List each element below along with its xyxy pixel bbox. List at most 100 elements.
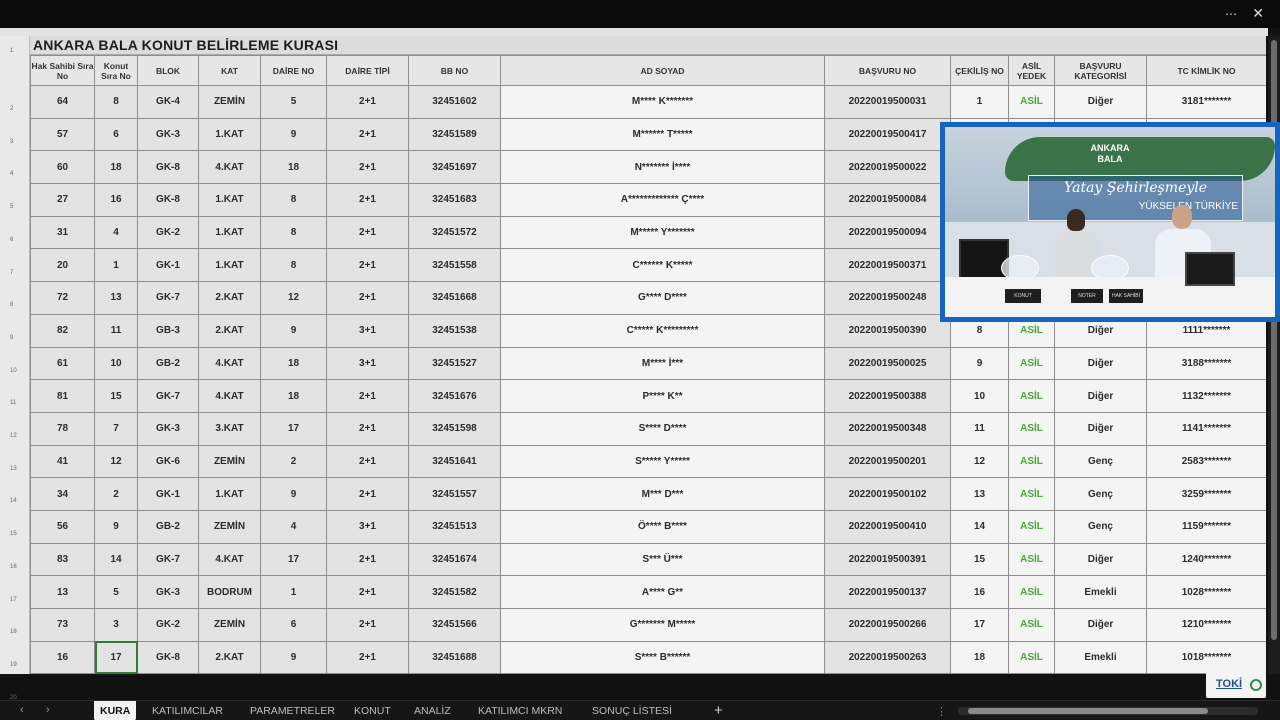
table-cell[interactable]: 2+1 [326, 183, 409, 217]
row-number[interactable]: 11 [0, 400, 30, 406]
table-cell[interactable]: 56 [30, 509, 95, 544]
sheet-tab[interactable]: PARAMETRELER [250, 705, 335, 717]
table-cell[interactable]: 32451513 [408, 509, 501, 544]
close-icon[interactable]: ✕ [1252, 5, 1264, 22]
table-cell[interactable]: GK-3 [137, 411, 199, 446]
table-cell[interactable]: 6 [260, 608, 327, 642]
row-number[interactable]: 15 [0, 531, 30, 537]
table-cell[interactable]: 32451527 [408, 346, 501, 381]
table-cell[interactable]: GK-8 [137, 150, 199, 185]
table-cell[interactable]: 20220019500137 [824, 575, 951, 609]
table-cell[interactable]: 1028******* [1146, 575, 1266, 609]
table-cell[interactable]: ASİL [1008, 542, 1055, 577]
table-cell[interactable]: 13 [950, 477, 1009, 511]
table-cell[interactable]: 72 [30, 281, 95, 315]
table-cell[interactable]: 31 [30, 215, 95, 250]
table-cell[interactable]: 32451668 [408, 281, 501, 315]
tab-options-icon[interactable]: ⋮ [936, 705, 947, 718]
table-cell[interactable]: 27 [30, 183, 95, 217]
table-cell[interactable]: ASİL [1008, 477, 1055, 511]
table-cell[interactable]: 20220019500094 [824, 215, 951, 250]
table-cell[interactable]: ZEMİN [198, 608, 261, 642]
table-cell[interactable]: 1 [94, 248, 138, 283]
table-cell[interactable]: GK-7 [137, 542, 199, 577]
window-menu-icon[interactable]: ⋯ [1225, 7, 1238, 21]
table-cell[interactable]: A************* Ç**** [500, 183, 825, 217]
table-cell[interactable]: 20220019500417 [824, 117, 951, 152]
table-cell[interactable]: ZEMİN [198, 85, 261, 119]
table-cell[interactable]: 12 [260, 281, 327, 315]
table-cell[interactable]: 20220019500201 [824, 444, 951, 479]
table-cell[interactable]: 4.KAT [198, 346, 261, 381]
table-cell[interactable]: 2+1 [326, 281, 409, 315]
table-cell[interactable]: 8 [260, 215, 327, 250]
table-cell[interactable]: 2+1 [326, 608, 409, 642]
row-number[interactable]: 9 [0, 335, 30, 341]
table-cell[interactable]: GK-4 [137, 85, 199, 119]
table-cell[interactable]: 20220019500031 [824, 85, 951, 119]
table-cell[interactable]: 6 [94, 117, 138, 152]
table-cell[interactable]: ASİL [1008, 509, 1055, 544]
table-cell[interactable]: G**** D**** [500, 281, 825, 315]
table-cell[interactable]: 3259******* [1146, 477, 1266, 511]
table-cell[interactable]: 2 [94, 477, 138, 511]
table-cell[interactable]: 32451683 [408, 183, 501, 217]
table-cell[interactable]: 3+1 [326, 509, 409, 544]
table-cell[interactable]: 12 [94, 444, 138, 479]
table-cell[interactable]: 16 [30, 640, 95, 674]
table-cell[interactable]: 14 [950, 509, 1009, 544]
table-cell[interactable]: 20220019500348 [824, 411, 951, 446]
table-cell[interactable]: 4.KAT [198, 379, 261, 413]
table-cell[interactable]: ZEMİN [198, 509, 261, 544]
table-cell[interactable]: 2583******* [1146, 444, 1266, 479]
table-cell[interactable]: GK-1 [137, 248, 199, 283]
column-header[interactable]: BAŞVURU NO [824, 55, 951, 86]
sheet-tab[interactable]: KURA [94, 701, 137, 720]
sheet-tab[interactable]: KONUT [354, 705, 391, 717]
table-cell[interactable]: 60 [30, 150, 95, 185]
row-number[interactable]: 1 [0, 48, 30, 54]
table-cell[interactable]: 9 [260, 313, 327, 348]
table-cell[interactable]: 4 [260, 509, 327, 544]
table-cell[interactable]: 11 [94, 313, 138, 348]
table-cell[interactable]: C***** K********* [500, 313, 825, 348]
title-row[interactable]: ANKARA BALA KONUT BELİRLEME KURASI [30, 36, 1266, 55]
table-cell[interactable]: 3+1 [326, 313, 409, 348]
table-cell[interactable]: GK-7 [137, 379, 199, 413]
table-cell[interactable]: 32451582 [408, 575, 501, 609]
table-cell[interactable]: 2.KAT [198, 313, 261, 348]
table-cell[interactable]: Emekli [1054, 640, 1147, 674]
table-cell[interactable]: GK-2 [137, 608, 199, 642]
table-cell[interactable]: 1018******* [1146, 640, 1266, 674]
table-cell[interactable]: Diğer [1054, 608, 1147, 642]
table-cell[interactable]: 20220019500025 [824, 346, 951, 381]
table-cell[interactable]: 32451697 [408, 150, 501, 185]
sheet-tab[interactable]: KATILIMCILAR [152, 705, 223, 717]
table-cell[interactable]: M**** K******* [500, 85, 825, 119]
table-cell[interactable]: 20220019500410 [824, 509, 951, 544]
row-number[interactable]: 19 [0, 662, 30, 668]
table-cell[interactable]: 18 [950, 640, 1009, 674]
sheet-tab[interactable]: SONUÇ LİSTESİ [592, 705, 672, 717]
table-cell[interactable]: 32451676 [408, 379, 501, 413]
table-cell[interactable]: GB-3 [137, 313, 199, 348]
table-cell[interactable]: C****** K***** [500, 248, 825, 283]
table-cell[interactable]: 8 [94, 85, 138, 119]
table-cell[interactable]: 13 [30, 575, 95, 609]
table-cell[interactable]: 17 [94, 640, 138, 674]
table-cell[interactable]: P**** K** [500, 379, 825, 413]
table-cell[interactable]: 18 [260, 150, 327, 185]
table-cell[interactable]: GB-2 [137, 346, 199, 381]
column-header[interactable]: Hak Sahibi Sıra No [30, 55, 95, 86]
column-header[interactable]: DAİRE TİPİ [326, 55, 409, 86]
table-cell[interactable]: 1 [950, 85, 1009, 119]
table-cell[interactable]: 8 [260, 248, 327, 283]
table-cell[interactable]: 20220019500248 [824, 281, 951, 315]
table-cell[interactable]: 82 [30, 313, 95, 348]
table-cell[interactable]: 9 [950, 346, 1009, 381]
row-number[interactable]: 3 [0, 139, 30, 145]
table-cell[interactable]: 5 [94, 575, 138, 609]
table-cell[interactable]: 17 [260, 542, 327, 577]
table-cell[interactable]: ASİL [1008, 85, 1055, 119]
table-cell[interactable]: 20220019500263 [824, 640, 951, 674]
